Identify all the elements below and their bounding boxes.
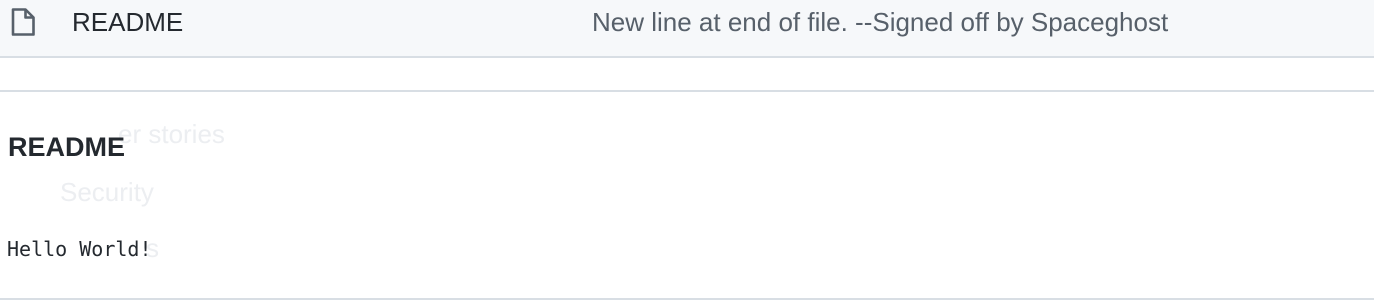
readme-bottom-divider <box>0 298 1374 300</box>
readme-content: Hello World! <box>7 237 152 261</box>
readme-heading: README <box>8 132 126 162</box>
background-ghost-text: Security <box>60 177 154 207</box>
background-ghost-text: er stories <box>118 119 225 149</box>
section-divider <box>0 90 1374 92</box>
file-list-row[interactable]: README New line at end of file. --Signed… <box>0 0 1374 58</box>
commit-message-link[interactable]: New line at end of file. --Signed off by… <box>592 6 1168 38</box>
file-icon <box>10 7 36 37</box>
file-name-link[interactable]: README <box>72 6 183 38</box>
